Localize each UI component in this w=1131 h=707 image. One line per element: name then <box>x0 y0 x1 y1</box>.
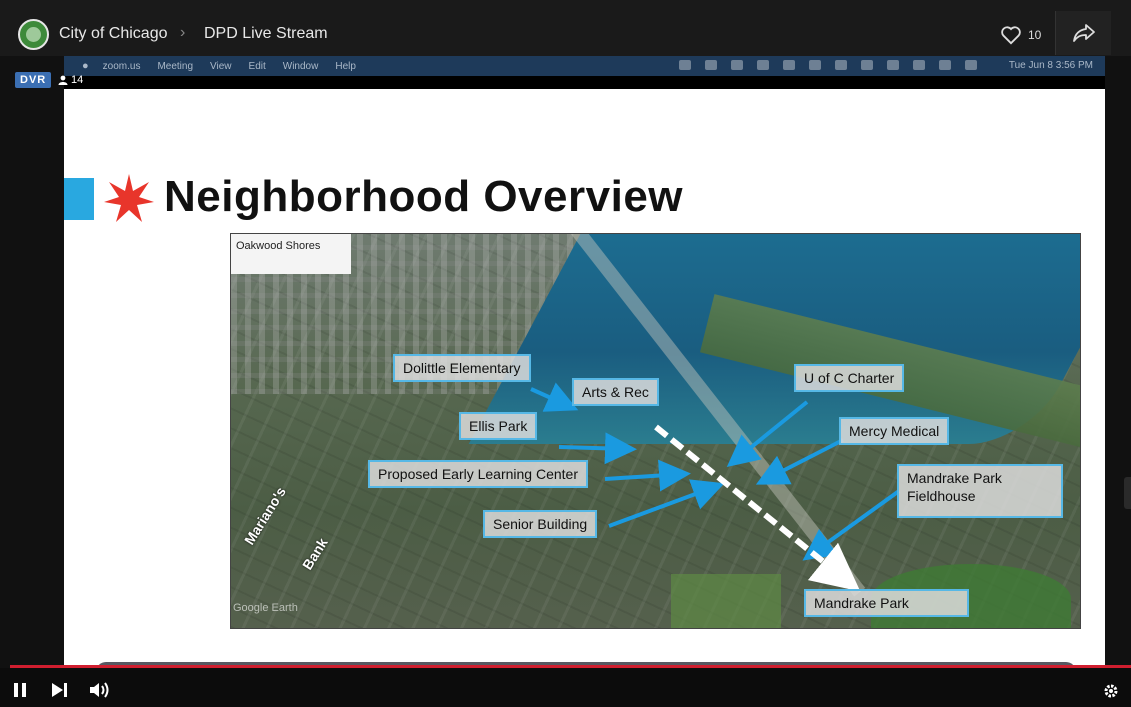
tray-icon <box>783 60 795 70</box>
city-seal-icon[interactable] <box>18 19 49 50</box>
menu-item: Edit <box>248 60 266 72</box>
arrow <box>530 382 579 412</box>
tray-icon <box>731 60 743 70</box>
top-bar: City of Chicago › DPD Live Stream 10 <box>0 0 1131 56</box>
menubar-tray <box>679 60 977 70</box>
zoom-watermark: zoom <box>939 621 1071 667</box>
menubar-clock: Tue Jun 8 3:56 PM <box>1008 60 1093 71</box>
tray-icon <box>679 60 691 70</box>
callout-senior: Senior Building <box>483 510 598 538</box>
heart-icon <box>1001 26 1021 45</box>
callout-fieldhouse-line1: Mandrake Park <box>907 470 1002 486</box>
arrow <box>726 400 809 468</box>
viewer-count-value: 14 <box>71 74 84 86</box>
viewer-count: 14 <box>58 74 83 86</box>
apple-icon: ● <box>82 60 89 72</box>
tray-icon <box>705 60 717 70</box>
slide-title: Neighborhood Overview <box>164 172 684 221</box>
chevron-right-icon: › <box>180 24 186 41</box>
map-arrows <box>530 382 901 592</box>
menu-item: zoom.us <box>102 60 141 72</box>
menu-item: Help <box>335 60 356 72</box>
tray-icon <box>939 60 951 70</box>
gear-icon[interactable] <box>1102 682 1120 700</box>
like-count: 10 <box>1028 28 1042 42</box>
player-controls <box>0 668 1131 707</box>
share-icon <box>1072 24 1095 42</box>
share-button[interactable] <box>1055 11 1111 55</box>
menu-item: View <box>210 60 232 72</box>
tray-icon <box>809 60 821 70</box>
chicago-star-icon <box>104 174 154 222</box>
channel-name-link[interactable]: City of Chicago <box>59 25 168 43</box>
tray-icon <box>835 60 847 70</box>
tray-icon <box>757 60 769 70</box>
callout-ellis: Ellis Park <box>459 412 538 440</box>
aerial-map: Oakwood Shores Mariano's Bank Google Ear… <box>230 233 1081 629</box>
person-icon <box>58 75 68 85</box>
callout-fieldhouse-line2: Fieldhouse <box>907 488 976 504</box>
menu-item: Meeting <box>157 60 194 72</box>
tray-icon <box>887 60 899 70</box>
callout-uofc: U of C Charter <box>794 364 905 392</box>
mac-menubar: ● zoom.us Meeting View Edit Window Help … <box>64 56 1105 76</box>
callout-mandrake: Mandrake Park <box>804 589 969 617</box>
tray-icon <box>913 60 925 70</box>
tray-icon <box>861 60 873 70</box>
callout-arts: Arts & Rec <box>572 378 659 406</box>
arrow <box>604 459 691 492</box>
dvr-badge[interactable]: DVR <box>15 72 52 88</box>
callout-early-learning: Proposed Early Learning Center <box>368 460 589 488</box>
next-icon[interactable] <box>50 681 72 699</box>
video-player[interactable]: ● zoom.us Meeting View Edit Window Help … <box>64 56 1105 667</box>
stream-title: DPD Live Stream <box>204 25 328 42</box>
callout-dolittle: Dolittle Elementary <box>393 354 531 382</box>
callout-fieldhouse: Mandrake Park Fieldhouse <box>897 464 1063 518</box>
pause-icon[interactable] <box>11 681 33 699</box>
arrow <box>755 438 844 485</box>
like-button[interactable]: 10 <box>1000 23 1050 47</box>
callout-mercy: Mercy Medical <box>839 417 950 445</box>
volume-icon[interactable] <box>89 681 111 699</box>
side-panel-handle[interactable] <box>1124 477 1131 509</box>
arrow <box>802 489 901 561</box>
tray-icon <box>965 60 977 70</box>
slide-accent-bar <box>64 178 94 220</box>
arrow <box>558 432 637 465</box>
screen-strip <box>64 76 1105 89</box>
arrow <box>608 479 725 528</box>
menu-item: Window <box>282 60 319 72</box>
